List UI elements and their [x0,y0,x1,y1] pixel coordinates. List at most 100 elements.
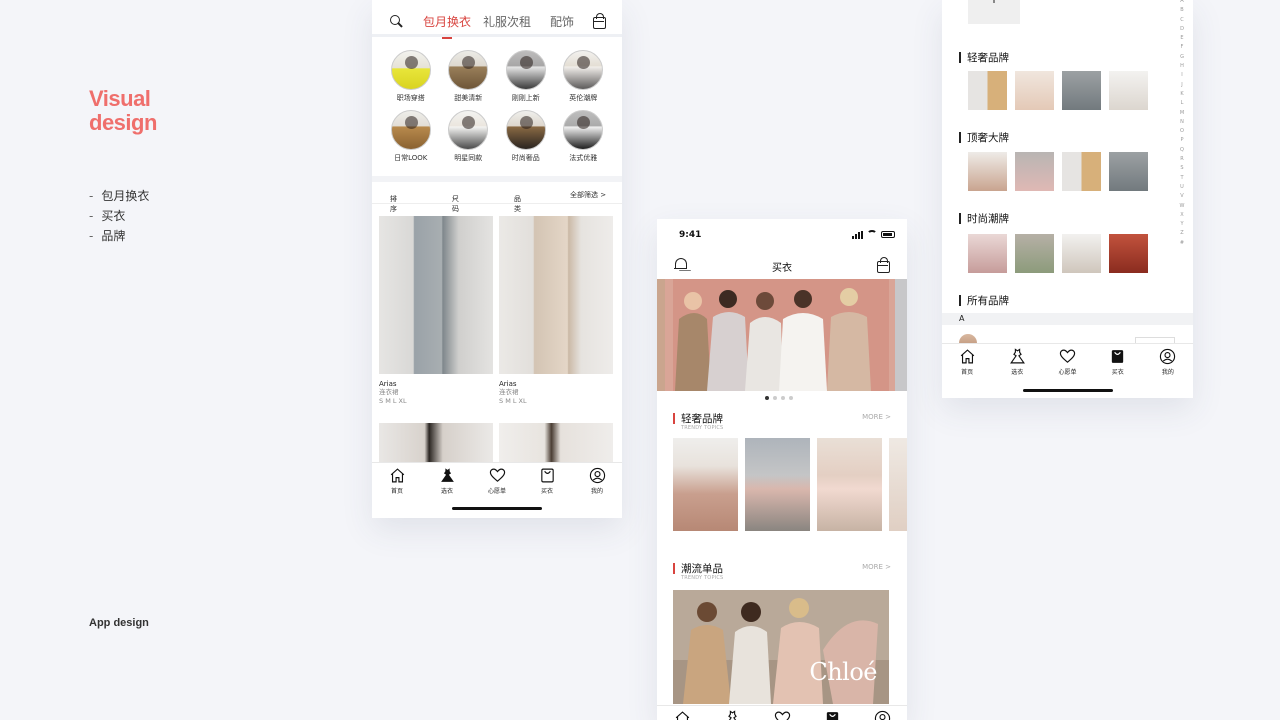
alphabet-index-letter[interactable]: V [1177,192,1187,201]
shopping-bag-icon[interactable] [877,257,890,273]
alphabet-index-letter[interactable]: Z [1177,229,1187,238]
alphabet-index-letter[interactable]: H [1177,62,1187,71]
tabbar-item-select[interactable]: 选衣 [992,344,1042,381]
alphabet-index-letter[interactable]: C [1177,16,1187,25]
brand-tile[interactable] [1062,152,1101,191]
alphabet-index-letter[interactable]: R [1177,155,1187,164]
tabbar-item-home[interactable] [657,706,707,720]
intro-title: Visual design [89,87,157,135]
category-item[interactable]: 甜美清新 [440,50,498,102]
brand-logo-tile[interactable] [968,0,1020,24]
brand-thumbnail[interactable] [745,438,810,531]
category-item[interactable]: 明星同款 [440,110,498,162]
brand-thumbnail[interactable] [673,438,738,531]
alphabet-index-letter[interactable]: P [1177,136,1187,145]
alphabet-index-letter[interactable]: # [1177,239,1187,248]
alphabet-index-letter[interactable]: Y [1177,220,1187,229]
brand-tile[interactable] [1062,234,1101,273]
product-card[interactable] [499,423,613,463]
alphabet-index[interactable]: A B C D E F G H I J K L M N O P Q R S T U V W X Y Z # [1177,0,1187,248]
brand-tile[interactable] [1015,152,1054,191]
carousel-dot[interactable] [781,396,785,400]
brand-thumbnail[interactable] [889,438,907,531]
alphabet-index-letter[interactable]: N [1177,118,1187,127]
filter-all[interactable]: 全部筛选 > [570,190,606,200]
brand-tile[interactable] [968,234,1007,273]
tab-gown-rental[interactable]: 礼服次租 [483,13,531,30]
tabbar-item-buy[interactable] [807,706,857,720]
category-item[interactable]: 刚刚上新 [497,50,555,102]
product-card[interactable]: Arias 连衣裙 S M L XL [379,216,493,405]
brand-tile[interactable] [968,152,1007,191]
category-label: 职场穿搭 [396,94,425,102]
banner-carousel[interactable] [657,279,907,391]
tabbar-item-wishlist[interactable]: 心愿单 [1042,344,1092,381]
alphabet-index-letter[interactable]: I [1177,71,1187,80]
alphabet-index-letter[interactable]: F [1177,43,1187,52]
heart-icon [489,468,505,482]
brand-tile[interactable] [1015,71,1054,110]
more-link[interactable]: MORE > [862,563,891,571]
alphabet-index-letter[interactable]: K [1177,90,1187,99]
tabbar-item-profile[interactable] [857,706,907,720]
alphabet-index-letter[interactable]: U [1177,183,1187,192]
brand-tile[interactable] [1109,234,1148,273]
tabbar-item-buy[interactable]: 买衣 [522,463,572,500]
category-item[interactable]: 时尚奢品 [497,110,555,162]
section-title: 轻奢品牌 [967,52,1009,64]
tab-accessories[interactable]: 配饰 [550,13,574,30]
alphabet-index-letter[interactable]: E [1177,34,1187,43]
tabbar-item-profile[interactable]: 我的 [1143,344,1193,381]
carousel-dot[interactable] [773,396,777,400]
heart-icon [1059,349,1076,363]
tabbar-item-select[interactable] [707,706,757,720]
search-icon[interactable] [390,15,403,28]
alphabet-index-letter[interactable]: O [1177,127,1187,136]
brand-tile[interactable] [968,71,1007,110]
category-item[interactable]: 日常LOOK [382,110,440,162]
profile-icon [1160,348,1176,365]
tabbar-item-profile[interactable]: 我的 [572,463,622,500]
banner-image [657,279,907,391]
wifi-icon [867,230,877,238]
category-item[interactable]: 职场穿搭 [382,50,440,102]
category-item[interactable]: 法式优雅 [555,110,613,162]
feature-list-item: - 买衣 [89,209,126,223]
tabbar-item-wishlist[interactable]: 心愿单 [472,463,522,500]
alphabet-index-letter[interactable]: S [1177,164,1187,173]
tabbar-item-buy[interactable]: 买衣 [1093,344,1143,381]
carousel-dot[interactable] [765,396,769,400]
alphabet-index-letter[interactable]: Q [1177,146,1187,155]
brand-row [968,234,1148,273]
alphabet-index-letter[interactable]: X [1177,211,1187,220]
carousel-dot[interactable] [789,396,793,400]
trending-feature-card[interactable]: Chloé [673,590,889,704]
brand-tile[interactable] [1109,152,1148,191]
more-link[interactable]: MORE > [862,413,891,421]
tabbar-item-select[interactable]: 选衣 [422,463,472,500]
home-icon [390,468,404,483]
tabbar-item-home[interactable]: 首页 [372,463,422,500]
brand-tile[interactable] [1015,234,1054,273]
alphabet-index-letter[interactable]: W [1177,202,1187,211]
alphabet-index-letter[interactable]: L [1177,99,1187,108]
shopping-bag-icon[interactable] [593,13,606,29]
section-divider [372,176,622,182]
tabbar-item-wishlist[interactable] [757,706,807,720]
alphabet-index-letter[interactable]: D [1177,25,1187,34]
brand-tile[interactable] [1109,71,1148,110]
product-card[interactable] [379,423,493,463]
brand-thumbnail[interactable] [817,438,882,531]
brand-tile[interactable] [1062,71,1101,110]
tabbar-item-home[interactable]: 首页 [942,344,992,381]
tab-monthly-rental[interactable]: 包月换衣 [423,13,471,39]
alphabet-index-letter[interactable]: T [1177,174,1187,183]
alphabet-index-letter[interactable]: M [1177,109,1187,118]
phone-shop-screen: 9:41 买衣 轻奢品牌 TRENDY TOPICS MORE > 潮流单品 T… [657,219,907,720]
product-card[interactable]: Arias 连衣裙 S M L XL [499,216,613,405]
alphabet-index-letter[interactable]: J [1177,81,1187,90]
alphabet-index-letter[interactable]: G [1177,53,1187,62]
brand-thumbnail-row [673,438,907,531]
alphabet-index-letter[interactable]: B [1177,6,1187,15]
category-item[interactable]: 英伦潮牌 [555,50,613,102]
